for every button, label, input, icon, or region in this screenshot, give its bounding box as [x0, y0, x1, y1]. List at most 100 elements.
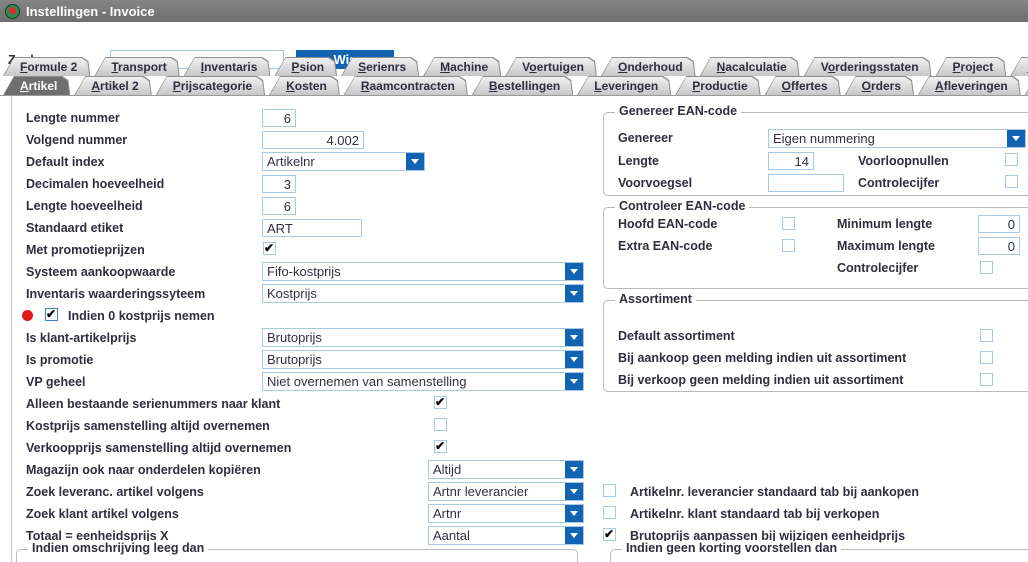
check-controlecijfer-checkbox[interactable] [980, 261, 993, 274]
decimalen-hoeveelheid-input[interactable] [262, 175, 296, 193]
serienummers-checkbox[interactable] [434, 396, 447, 409]
chevron-down-icon[interactable] [565, 461, 583, 478]
default-index-dropdown[interactable]: Artikelnr [262, 152, 425, 171]
genereer-ean-group-title: Genereer EAN-code [615, 104, 741, 118]
chevron-down-icon[interactable] [565, 329, 583, 346]
genereer-dropdown[interactable]: Eigen nummering [768, 129, 1026, 148]
voorvoegsel-input[interactable] [768, 174, 844, 192]
chevron-down-icon[interactable] [565, 373, 583, 390]
indien-0-kostprijs-checkbox[interactable] [45, 308, 58, 321]
panel-top-border [0, 95, 1028, 96]
tab-row-2: Artikel Artikel 2 Prijscategorie Kosten … [0, 76, 1028, 95]
extra-ean-checkbox[interactable] [782, 239, 795, 252]
lengte-hoeveelheid-input[interactable] [262, 197, 296, 215]
gen-controlecijfer-checkbox[interactable] [1005, 175, 1018, 188]
brutoprijs-aanpassen-checkbox[interactable] [603, 528, 616, 541]
is-promotie-dropdown[interactable]: Brutoprijs [262, 350, 584, 369]
voorloopnullen-checkbox[interactable] [1005, 153, 1018, 166]
lengte-nummer-input[interactable] [262, 109, 296, 127]
omschrijving-group-title: Indien omschrijving leeg dan [28, 541, 208, 555]
tab-transport[interactable]: Transport [94, 57, 179, 76]
tab-bestellingen[interactable]: Bestellingen [472, 76, 573, 95]
zoek-leveranc-dropdown[interactable]: Artnr leverancier [428, 482, 584, 501]
inventaris-waardering-label: Inventaris waarderingssyteem [26, 284, 205, 304]
tab-leveringen[interactable]: Leveringen [577, 76, 671, 95]
klant-tab-checkbox[interactable] [603, 506, 616, 519]
leverancier-tab-checkbox[interactable] [603, 484, 616, 497]
gen-controlecijfer-label: Controlecijfer [858, 173, 939, 193]
voorvoegsel-label: Voorvoegsel [618, 173, 692, 193]
hoofd-ean-checkbox[interactable] [782, 217, 795, 230]
vp-geheel-dropdown[interactable]: Niet overnemen van samenstelling [262, 372, 584, 391]
chevron-down-icon[interactable] [565, 505, 583, 522]
standaard-etiket-input[interactable] [262, 219, 362, 237]
chevron-down-icon[interactable] [565, 483, 583, 500]
controleer-ean-group-title: Controleer EAN-code [615, 199, 749, 213]
aankoop-melding-checkbox[interactable] [980, 351, 993, 364]
chevron-down-icon[interactable] [565, 285, 583, 302]
verkoop-melding-checkbox[interactable] [980, 373, 993, 386]
aankoop-melding-label: Bij aankoop geen melding indien uit asso… [618, 348, 906, 368]
tab-offertes[interactable]: Offertes [765, 76, 841, 95]
zoek-leveranc-label: Zoek leveranc. artikel volgens [26, 482, 204, 502]
chevron-down-icon[interactable] [565, 527, 583, 544]
tab-formule-2[interactable]: Formule 2 [3, 57, 90, 76]
magazijn-kopieren-dropdown[interactable]: Altijd [428, 460, 584, 479]
max-lengte-input[interactable] [978, 237, 1020, 255]
check-controlecijfer-label: Controlecijfer [837, 258, 918, 278]
omschrijving-group: Indien omschrijving leeg dan [16, 549, 578, 562]
chevron-down-icon[interactable] [1007, 130, 1025, 147]
max-lengte-label: Maximum lengte [837, 236, 935, 256]
voorloopnullen-label: Voorloopnullen [858, 151, 949, 171]
zoek-klant-dropdown[interactable]: Artnr [428, 504, 584, 523]
tab-serienrs[interactable]: Serienrs [341, 57, 419, 76]
verkoop-melding-label: Bij verkoop geen melding indien uit asso… [618, 370, 903, 390]
tab-nacalculatie[interactable]: Nacalculatie [700, 57, 800, 76]
is-promotie-label: Is promotie [26, 350, 93, 370]
is-klant-artikelprijs-dropdown[interactable]: Brutoprijs [262, 328, 584, 347]
panel-left-border [11, 96, 12, 562]
tab-project[interactable]: Project [936, 57, 1007, 76]
decimalen-hoeveelheid-label: Decimalen hoeveelheid [26, 174, 164, 194]
chevron-down-icon[interactable] [565, 263, 583, 280]
assortiment-group-title: Assortiment [615, 292, 696, 306]
tab-inventaris[interactable]: Inventaris [184, 57, 271, 76]
tab-onderhoud[interactable]: Onderhoud [601, 57, 696, 76]
tab-voertuigen[interactable]: Voertuigen [505, 57, 597, 76]
totaal-eenheidsprijs-dropdown[interactable]: Aantal [428, 526, 584, 545]
tab-kosten[interactable]: Kosten [269, 76, 340, 95]
hoofd-ean-label: Hoofd EAN-code [618, 214, 717, 234]
met-promotieprijzen-label: Met promotieprijzen [26, 240, 145, 260]
tab-prijscategorie[interactable]: Prijscategorie [156, 76, 265, 95]
settings-window: Instellingen - Invoice Zoek Wis Formule … [0, 0, 1028, 562]
inventaris-waardering-dropdown[interactable]: Kostprijs [262, 284, 584, 303]
tab-shape [1010, 57, 1028, 76]
volgend-nummer-input[interactable] [262, 131, 364, 149]
kostprijs-samenstelling-checkbox[interactable] [434, 418, 447, 431]
tab-orders[interactable]: Orders [845, 76, 914, 95]
ean-lengte-input[interactable] [768, 152, 814, 170]
tab-prijscon[interactable]: Prijscon [1010, 57, 1028, 76]
chevron-down-icon[interactable] [406, 153, 424, 170]
tab-afleveringen[interactable]: Afleveringen [918, 76, 1021, 95]
ean-lengte-label: Lengte [618, 151, 659, 171]
min-lengte-input[interactable] [978, 215, 1020, 233]
leverancier-tab-label: Artikelnr. leverancier standaard tab bij… [630, 482, 919, 502]
volgend-nummer-label: Volgend nummer [26, 130, 127, 150]
tab-productie[interactable]: Productie [675, 76, 760, 95]
tab-vorderingsstaten[interactable]: Vorderingsstaten [804, 57, 932, 76]
tab-raamcontracten[interactable]: Raamcontracten [344, 76, 468, 95]
verkoopprijs-samenstelling-checkbox[interactable] [434, 440, 447, 453]
default-assortiment-checkbox[interactable] [980, 329, 993, 342]
tab-artikel[interactable]: Artikel [3, 76, 70, 95]
tab-machine[interactable]: Machine [423, 57, 501, 76]
chevron-down-icon[interactable] [565, 351, 583, 368]
genereer-label: Genereer [618, 128, 673, 148]
systeem-aankoopwaarde-dropdown[interactable]: Fifo-kostprijs [262, 262, 584, 281]
verkoopprijs-samenstelling-label: Verkoopprijs samenstelling altijd overne… [26, 438, 291, 458]
tab-psion[interactable]: Psion [274, 57, 337, 76]
met-promotieprijzen-checkbox[interactable] [263, 242, 276, 255]
min-lengte-label: Minimum lengte [837, 214, 932, 234]
tab-artikel-2[interactable]: Artikel 2 [74, 76, 151, 95]
window-title: Instellingen - Invoice [26, 4, 155, 19]
